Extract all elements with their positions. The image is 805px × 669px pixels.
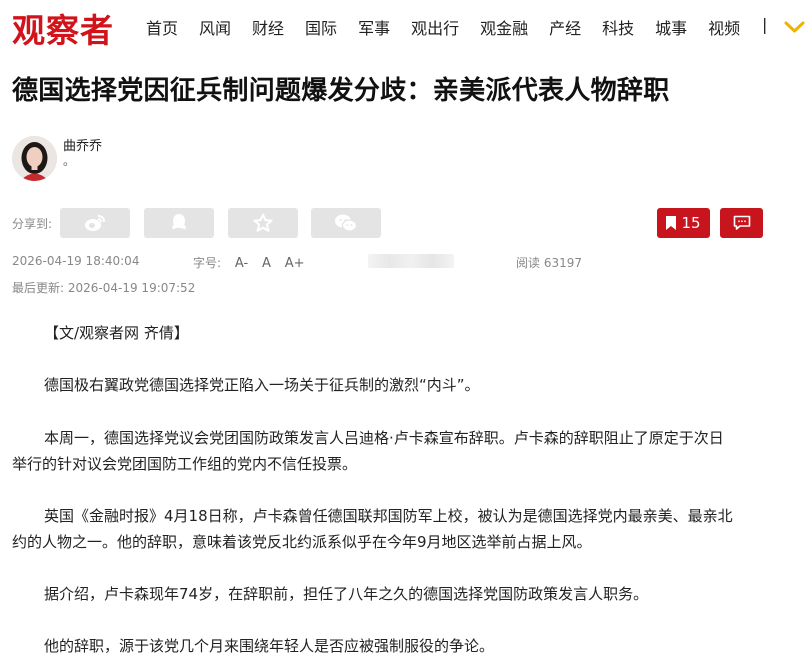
- share-favorite-button[interactable]: [228, 208, 298, 238]
- comment-icon: [733, 215, 750, 230]
- bookmark-button[interactable]: 15: [657, 208, 710, 238]
- article-title: 德国选择党因征兵制问题爆发分歧：亲美派代表人物辞职: [12, 76, 670, 106]
- site-logo[interactable]: 观察者: [12, 4, 114, 52]
- qq-icon: [172, 214, 186, 230]
- font-size-decrease[interactable]: A-: [235, 256, 248, 271]
- nav-item-home[interactable]: 首页: [146, 15, 178, 39]
- nav-item-fintech[interactable]: 观金融: [480, 15, 528, 39]
- article-byline: 【文/观察者网 齐倩】: [44, 324, 189, 342]
- publish-time: 2026-04-19 18:40:04: [12, 254, 140, 268]
- nav-separator: |: [762, 15, 768, 34]
- last-updated-label: 最后更新:: [12, 281, 65, 295]
- last-updated-value: 2026-04-19 19:07:52: [67, 281, 196, 295]
- font-size-control: 字号: A- A A+: [193, 254, 305, 271]
- article-paragraph: 英国《金融时报》4月18日称，卢卡森曾任德国联邦国防军上校，被认为是德国选择党内…: [44, 507, 733, 525]
- share-wechat-button[interactable]: [311, 208, 381, 238]
- font-size-label: 字号:: [193, 256, 222, 270]
- star-icon: [253, 213, 273, 232]
- font-size-increase[interactable]: A+: [285, 256, 305, 271]
- article-paragraph-continued: 约的人物之一。他的辞职，意味着该党反北约派系似乎在今年9月地区选举前占据上风。: [12, 533, 592, 551]
- main-nav: 首页 风闻 财经 国际 军事 观出行 观金融 产经 科技 城事 视频: [146, 15, 761, 39]
- nav-item-fengwen[interactable]: 风闻: [199, 15, 231, 39]
- article-paragraph: 德国极右翼政党德国选择党正陷入一场关于征兵制的激烈“内斗”。: [44, 376, 480, 394]
- read-count-value: 63197: [543, 256, 583, 270]
- author-description: 。: [63, 154, 76, 168]
- article-paragraph: 本周一，德国选择党议会党团国防政策发言人吕迪格·卢卡森宣布辞职。卢卡森的辞职阻止…: [44, 429, 724, 447]
- nav-item-mobility[interactable]: 观出行: [411, 15, 459, 39]
- blurred-source: [368, 254, 454, 268]
- nav-item-military[interactable]: 军事: [358, 15, 390, 39]
- comment-button[interactable]: [720, 208, 763, 238]
- nav-item-international[interactable]: 国际: [305, 15, 337, 39]
- nav-item-finance[interactable]: 财经: [252, 15, 284, 39]
- nav-item-city[interactable]: 城事: [655, 15, 687, 39]
- chevron-down-icon[interactable]: [784, 20, 805, 34]
- top-navbar: 观察者 首页 风闻 财经 国际 军事 观出行 观金融 产经 科技 城事 视频 |: [0, 0, 805, 52]
- nav-item-video[interactable]: 视频: [708, 15, 740, 39]
- share-qq-button[interactable]: [144, 208, 214, 238]
- weibo-icon: [85, 215, 105, 231]
- font-size-default[interactable]: A: [262, 256, 271, 271]
- share-weibo-button[interactable]: [60, 208, 130, 238]
- article-paragraph: 据介绍，卢卡森现年74岁，在辞职前，担任了八年之久的德国选择党国防政策发言人职务…: [44, 585, 649, 603]
- last-updated: 最后更新: 2026-04-19 19:07:52: [12, 279, 195, 296]
- wechat-icon: [335, 214, 358, 232]
- bookmark-icon: [666, 216, 677, 230]
- bookmark-count: 15: [681, 214, 701, 232]
- author-avatar[interactable]: [12, 136, 57, 181]
- article-paragraph: 他的辞职，源于该党几个月来围绕年轻人是否应被强制服役的争论。: [44, 637, 495, 655]
- article-paragraph-continued: 举行的针对议会党团国防工作组的党内不信任投票。: [12, 455, 358, 473]
- read-count: 阅读 63197: [516, 254, 582, 271]
- read-count-label: 阅读: [516, 256, 541, 270]
- share-label: 分享到:: [12, 217, 53, 231]
- nav-item-industry[interactable]: 产经: [549, 15, 581, 39]
- nav-item-tech[interactable]: 科技: [602, 15, 634, 39]
